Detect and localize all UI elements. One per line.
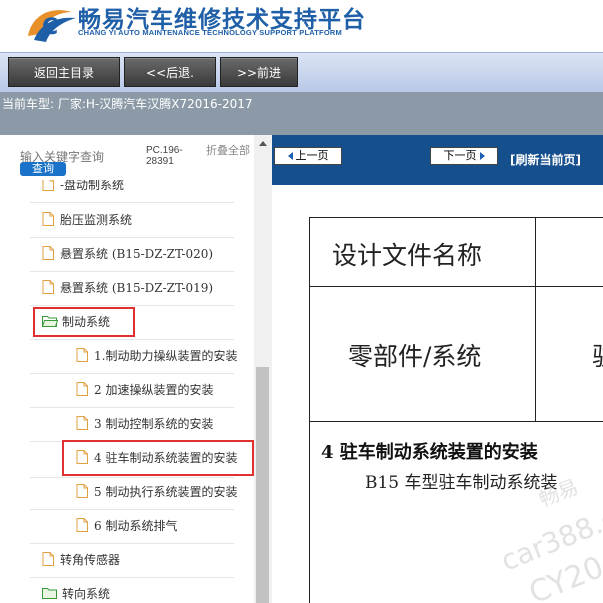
category-tree: -盘动制系统 胎压监测系统 悬置系统 (B15-DZ-ZT-020) 悬置系统 …: [0, 180, 254, 603]
divider: [30, 543, 234, 544]
divider: [30, 477, 234, 478]
tree-item-label: 制动系统: [62, 315, 111, 329]
divider: [30, 407, 234, 408]
tree-scrollbar[interactable]: [254, 135, 272, 603]
tree-item[interactable]: 2 加速操纵装置的安装: [76, 379, 213, 401]
document-panel: 上一页 下一页 [刷新当前页] 设计文件名称 零部件/系统 驻 4 驻车制动系统…: [272, 135, 603, 603]
scroll-up-icon[interactable]: [259, 141, 267, 146]
tree-item-label: -盘动制系统: [60, 180, 125, 192]
tree-item-label: 4 驻车制动系统装置的安装: [94, 451, 238, 465]
tree-item[interactable]: 悬置系统 (B15-DZ-ZT-019): [42, 277, 213, 299]
file-icon: [76, 450, 88, 464]
tree-item[interactable]: 6 制动系统排气: [76, 515, 177, 537]
table-cell: 设计文件名称: [309, 217, 536, 287]
folder-open-icon: [42, 316, 58, 327]
table-cell: 驻: [535, 286, 603, 422]
tree-item[interactable]: 转角传感器: [42, 549, 120, 571]
folder-icon: [42, 588, 57, 599]
file-icon: [76, 382, 88, 396]
left-panel: 查询 PC.196-28391 折叠全部 -盘动制系统 胎压监测系统 悬置系统 …: [0, 135, 272, 603]
doc-nav-bar: 上一页 下一页 [刷新当前页]: [272, 135, 603, 185]
tree-item-selected[interactable]: 4 驻车制动系统装置的安装: [76, 447, 237, 469]
file-icon: [76, 518, 88, 532]
tree-item-label: 转向系统: [62, 587, 111, 601]
section-heading: 4 驻车制动系统装置的安装: [321, 442, 538, 463]
file-icon: [76, 348, 88, 362]
search-area: 查询 PC.196-28391 折叠全部: [0, 135, 254, 180]
tree-item[interactable]: 5 制动执行系统装置的安装: [76, 481, 237, 503]
current-vehicle: 当前车型: 厂家:H-汉腾汽车汉腾X72016-2017: [2, 97, 253, 111]
tree-item[interactable]: 1.制动助力操纵装置的安装: [76, 345, 237, 367]
divider: [30, 237, 234, 238]
file-icon: [42, 552, 54, 566]
tree-item[interactable]: 悬置系统 (B15-DZ-ZT-020): [42, 243, 213, 265]
doc-title-label: 设计文件名称: [332, 241, 483, 270]
search-button[interactable]: 查询: [20, 162, 66, 176]
file-icon: [42, 212, 54, 226]
tree-folder-steering-system[interactable]: 转向系统: [42, 583, 110, 603]
tree-item-label: 悬置系统 (B15-DZ-ZT-020): [60, 247, 214, 261]
app-header: C 畅易汽车维修技术支持平台 CHANG YI AUTO MAINTENANCE…: [0, 0, 603, 52]
tree-item-label: 5 制动执行系统装置的安装: [94, 485, 238, 499]
app-subtitle: CHANG YI AUTO MAINTENANCE TECHNOLOGY SUP…: [78, 28, 342, 37]
svg-text:C: C: [42, 15, 58, 40]
divider: [30, 202, 234, 203]
file-icon: [42, 280, 54, 294]
toolbar: 返回主目录 <<后退. >>前进: [0, 52, 603, 92]
document-view: 设计文件名称 零部件/系统 驻 4 驻车制动系统装置的安装 B15 车型驻车制动…: [272, 185, 603, 603]
tree-item-label: 6 制动系统排气: [94, 519, 178, 533]
tree-item-label: 转角传感器: [60, 553, 121, 567]
collapse-all-link[interactable]: 折叠全部: [206, 145, 250, 156]
divider: [30, 577, 234, 578]
file-icon: [76, 484, 88, 498]
tree-item[interactable]: 3 制动控制系统的安装: [76, 413, 213, 435]
pc-code: PC.196-28391: [146, 145, 183, 167]
tree-item-label: 胎压监测系统: [60, 213, 133, 227]
component-label: 零部件/系统: [348, 342, 482, 371]
next-page-label: 下一页: [443, 149, 477, 162]
prev-page-label: 上一页: [295, 149, 329, 162]
divider: [30, 305, 234, 306]
next-page-button[interactable]: 下一页: [430, 147, 498, 165]
file-icon: [42, 246, 54, 260]
file-icon: [42, 180, 54, 191]
tree-item-label: 悬置系统 (B15-DZ-ZT-019): [60, 281, 214, 295]
tree-item-label: 2 加速操纵装置的安装: [94, 383, 214, 397]
refresh-page-link[interactable]: [刷新当前页]: [510, 151, 581, 168]
tree-folder-brake-system[interactable]: 制动系统: [42, 311, 110, 333]
scroll-thumb[interactable]: [256, 367, 269, 603]
section-text: B15 车型驻车制动系统装: [365, 473, 558, 493]
divider: [30, 339, 234, 340]
file-icon: [76, 416, 88, 430]
divider: [30, 441, 234, 442]
divider: [30, 373, 234, 374]
table-cell: [535, 217, 603, 287]
arrow-left-icon: [287, 152, 293, 160]
divider: [30, 271, 234, 272]
logo-icon: C: [28, 10, 76, 42]
tree-item[interactable]: -盘动制系统: [42, 180, 124, 196]
back-button[interactable]: <<后退.: [124, 57, 216, 87]
prev-page-button[interactable]: 上一页: [274, 147, 342, 165]
divider: [30, 509, 234, 510]
tree-item-label: 3 制动控制系统的安装: [94, 417, 214, 431]
component-value: 驻: [592, 337, 603, 373]
forward-button[interactable]: >>前进: [220, 57, 298, 87]
table-cell: 零部件/系统: [309, 286, 536, 422]
arrow-right-icon: [479, 152, 485, 160]
vehicle-bar: 当前车型: 厂家:H-汉腾汽车汉腾X72016-2017: [0, 92, 603, 135]
tree-item[interactable]: 胎压监测系统: [42, 209, 132, 231]
home-button[interactable]: 返回主目录: [8, 57, 120, 87]
tree-item-label: 1.制动助力操纵装置的安装: [94, 349, 238, 363]
